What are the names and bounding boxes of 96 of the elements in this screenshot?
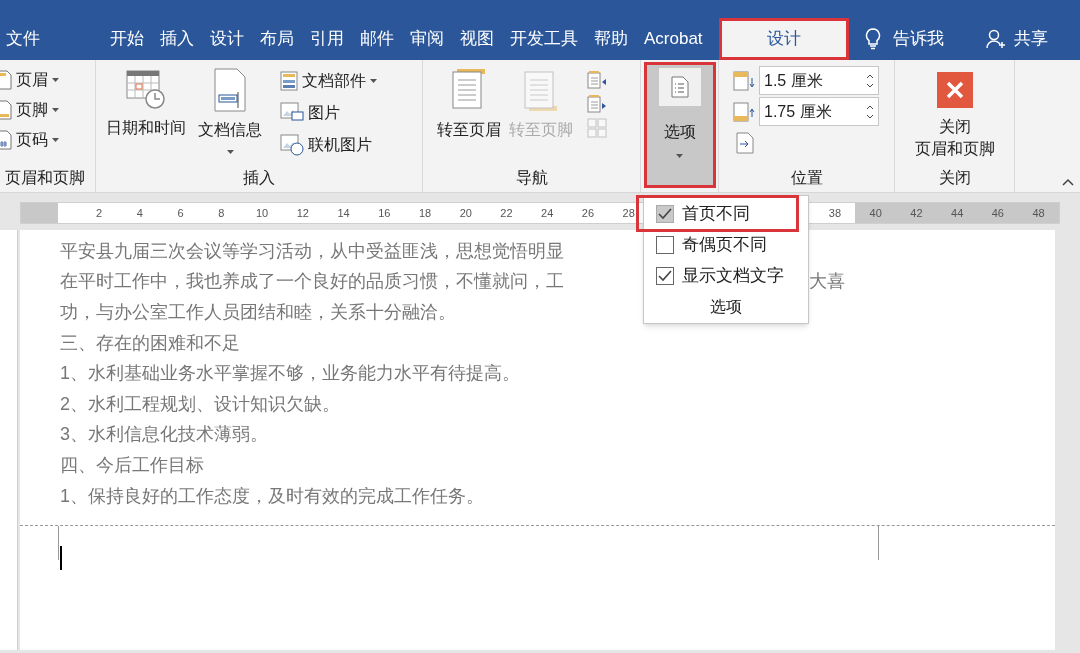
checkmark-icon	[658, 207, 672, 220]
checkbox[interactable]	[656, 235, 674, 254]
ribbon-tab[interactable]: 开发工具	[502, 18, 586, 60]
ruler-number: 46	[977, 203, 1019, 223]
ribbon-button[interactable]: 转至页眉	[437, 68, 501, 166]
group-label: 位置	[789, 168, 824, 188]
collapse-ribbon-icon[interactable]	[1062, 178, 1074, 186]
paragraph-text: 四、今后工作目标	[60, 453, 204, 477]
align-tab-icon	[735, 132, 755, 154]
caret-icon	[52, 78, 59, 82]
calendar-clock-icon	[125, 68, 167, 110]
group-label: 页眉和页脚	[3, 168, 86, 188]
menu-button[interactable]: 页码	[0, 128, 95, 152]
options-button[interactable]: 选项	[643, 62, 716, 188]
document-parts-icon	[280, 71, 298, 91]
menu-button[interactable]: 页脚	[0, 98, 95, 122]
document-icon	[213, 68, 247, 112]
page-icon	[523, 68, 559, 112]
ruler-number: 40	[855, 203, 897, 223]
spin-arrows-icon	[866, 103, 874, 120]
header-top-icon	[733, 69, 755, 92]
ruler-number: 14	[336, 205, 351, 221]
ruler-number: 48	[1018, 203, 1059, 223]
paragraph-text: 功，与办公室工作人员团结和睦，关系十分融洽。	[60, 301, 456, 324]
ribbon-tab[interactable]: 引用	[302, 18, 352, 60]
menu-button[interactable]: 页眉	[0, 68, 95, 92]
spin-arrows-icon	[866, 72, 874, 89]
paragraph-text: 2、水利工程规划、设计知识欠缺。	[60, 392, 340, 416]
checkbox[interactable]	[656, 204, 674, 223]
next-section-icon[interactable]	[587, 94, 607, 114]
paragraph-text: 1、水利基础业务水平掌握不够，业务能力水平有待提高。	[60, 362, 520, 386]
paragraph-text: 大喜	[809, 270, 845, 294]
ribbon-button[interactable]: 图片	[280, 100, 377, 126]
group-label: 插入	[242, 168, 276, 188]
picture-globe-icon	[280, 134, 304, 156]
ribbon-tab[interactable]: 文件	[0, 18, 48, 60]
ribbon-button[interactable]: 日期和时间	[108, 68, 184, 166]
ribbon-tab[interactable]: 设计	[202, 18, 252, 60]
ribbon-button[interactable]: 文档信息	[192, 68, 268, 166]
paragraph-text: 三、存在的困难和不足	[60, 331, 240, 355]
ruler-number: 18	[417, 205, 433, 221]
ribbon-tab[interactable]: 设计	[718, 18, 849, 60]
footer-bottom-icon	[733, 100, 755, 123]
text-cursor	[60, 546, 62, 571]
paragraph-text: 平安县九届三次会议等学习活动，从中受益匪浅，思想觉悟明显	[60, 239, 564, 263]
ruler-number: 22	[499, 205, 514, 221]
checkbox[interactable]	[656, 266, 674, 285]
caret-icon	[52, 108, 59, 112]
ribbon-tab[interactable]: 邮件	[352, 18, 402, 60]
paragraph-text: 3、水利信息化技术薄弱。	[60, 423, 268, 447]
ribbon-tab[interactable]: 布局	[252, 18, 302, 60]
ribbon-tab[interactable]: 视图	[452, 18, 502, 60]
ruler-number: 10	[254, 205, 270, 221]
picture-monitor-icon	[280, 102, 304, 124]
ribbon-button[interactable]: 文档部件	[280, 68, 377, 94]
ruler-number: 16	[377, 205, 392, 221]
caret-icon	[676, 154, 683, 158]
tell-me-button[interactable]: 告诉我	[864, 18, 944, 60]
dropdown-group-label: 选项	[709, 297, 743, 317]
close-icon	[936, 72, 973, 108]
group-label: 关闭	[937, 168, 972, 188]
caret-icon	[52, 138, 59, 142]
ribbon-tab[interactable]: 开始	[102, 18, 152, 60]
ruler-number: 26	[580, 205, 596, 221]
page-icon	[451, 68, 487, 112]
close-header-footer-button[interactable]: 关闭 页眉和页脚	[895, 60, 1014, 166]
ribbon-tab[interactable]: Acrobat	[636, 18, 711, 60]
checkbox-option[interactable]: 首页不同	[639, 198, 796, 229]
ribbon-tab[interactable]: 帮助	[586, 18, 636, 60]
ruler-number: 2	[95, 205, 104, 221]
ruler-number: 4	[135, 205, 144, 221]
checkbox-option[interactable]: 显示文档文字	[644, 260, 808, 291]
person-add-icon	[985, 29, 1008, 49]
lightbulb-icon	[864, 28, 881, 50]
ruler-number: 38	[827, 206, 843, 221]
checkbox-option[interactable]: 奇偶页不同	[644, 229, 808, 260]
ruler-number: 42	[896, 203, 937, 223]
ribbon-tab[interactable]: 插入	[152, 18, 202, 60]
ruler-number: 12	[295, 205, 310, 221]
group-label: 导航	[514, 168, 549, 188]
ruler-number: 20	[458, 205, 473, 221]
previous-section-icon[interactable]	[587, 70, 607, 90]
ruler-number: 28	[621, 205, 636, 221]
paragraph-text: 1、保持良好的工作态度，及时有效的完成工作任务。	[60, 484, 484, 508]
checkmark-icon	[658, 269, 672, 282]
spinner-field[interactable]: 1.75 厘米	[759, 97, 879, 126]
checklist-page-icon	[670, 76, 689, 98]
ruler-number: 6	[176, 205, 185, 221]
share-button[interactable]: 共享	[985, 18, 1048, 60]
ribbon-tab[interactable]: 审阅	[402, 18, 452, 60]
ruler-number: 44	[936, 203, 978, 223]
ruler-number: 8	[217, 205, 226, 221]
ribbon-button[interactable]: 联机图片	[280, 132, 377, 158]
spinner-field[interactable]: 1.5 厘米	[759, 66, 879, 95]
ruler-number: 24	[540, 205, 555, 221]
paragraph-text: 在平时工作中，我也养成了一个良好的品质习惯，不懂就问，工	[60, 270, 564, 294]
